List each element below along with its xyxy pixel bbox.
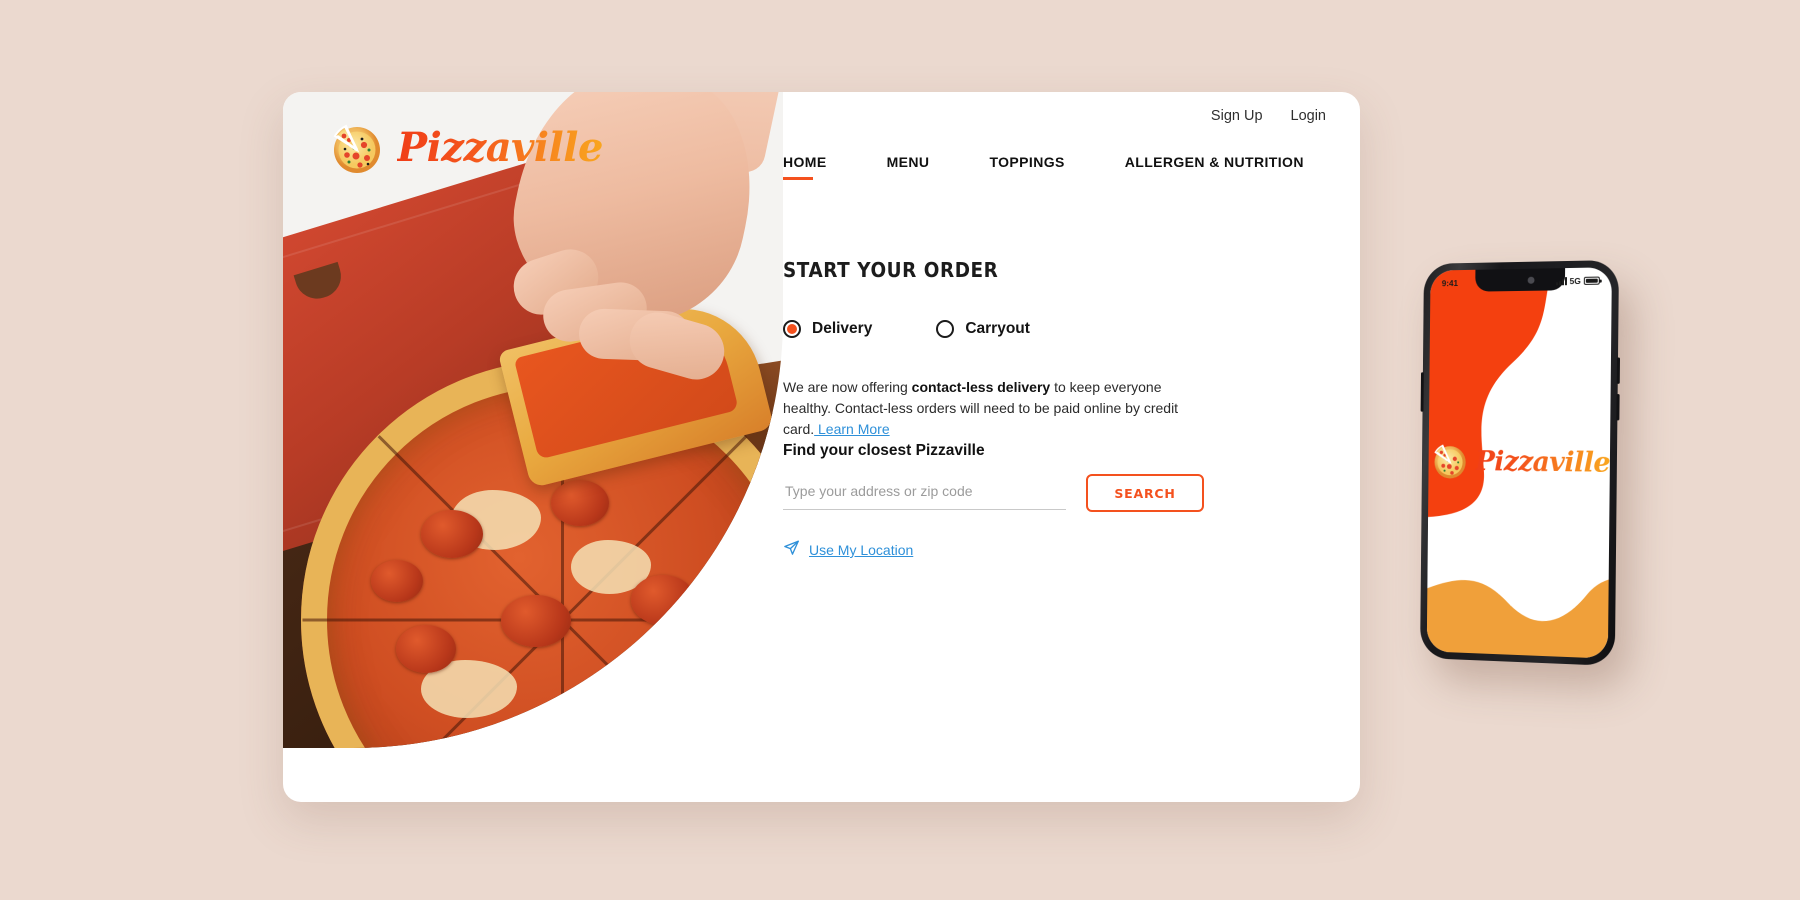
volume-up-button[interactable]: [1616, 357, 1621, 384]
desktop-browser-card: Pizzaville Sign Up Login HOME MENU TOPPI…: [283, 92, 1360, 802]
address-input[interactable]: [783, 476, 1066, 510]
sign-up-link[interactable]: Sign Up: [1211, 108, 1263, 124]
learn-more-link[interactable]: Learn More: [814, 421, 890, 437]
radio-carryout-indicator[interactable]: [936, 320, 955, 338]
phone-frame: 9:41 5G Pizzaville: [1420, 259, 1621, 667]
brand-logo[interactable]: Pizzaville: [325, 114, 603, 181]
phone-status-bar: 9:41 5G: [1430, 271, 1612, 292]
page-title: START YOUR ORDER: [783, 258, 999, 282]
pizza-cut: [561, 619, 747, 802]
pizza-cut: [563, 619, 784, 622]
cheese-patch: [511, 760, 589, 802]
nav-item-allergen-nutrition[interactable]: ALLERGEN & NUTRITION: [1125, 154, 1304, 180]
radio-carryout-label: Carryout: [965, 320, 1030, 337]
pepperoni: [586, 705, 652, 755]
main-navigation: HOME MENU TOPPINGS ALLERGEN & NUTRITION: [783, 154, 1304, 180]
thumb: [623, 306, 731, 386]
pizza-slice-icon: [325, 114, 387, 181]
store-search-row: SEARCH: [783, 474, 1204, 512]
pepperoni: [461, 730, 523, 778]
radio-delivery-indicator[interactable]: [783, 320, 801, 338]
find-store-heading: Find your closest Pizzaville: [783, 442, 985, 459]
phone-brand-wordmark: Pizzaville: [1475, 446, 1611, 479]
signal-bars-icon: [1556, 277, 1567, 286]
nav-item-home[interactable]: HOME: [783, 154, 827, 180]
pizza-slice-icon: [1428, 437, 1470, 486]
pizza-cut: [561, 620, 564, 802]
battery-icon: [1583, 276, 1600, 285]
notice-line1-before: We are now offering: [783, 379, 912, 395]
pepperoni: [541, 790, 597, 802]
hero-photo: [283, 92, 783, 802]
pepperoni: [371, 560, 423, 602]
phone-screen: 9:41 5G Pizzaville: [1426, 267, 1612, 659]
search-button[interactable]: SEARCH: [1086, 474, 1204, 512]
nav-item-toppings[interactable]: TOPPINGS: [989, 154, 1064, 180]
status-indicators: 5G: [1556, 275, 1600, 287]
radio-delivery-label: Delivery: [812, 320, 873, 337]
power-button[interactable]: [1420, 372, 1424, 412]
content-column: Sign Up Login HOME MENU TOPPINGS ALLERGE…: [783, 92, 1360, 802]
pepperoni: [631, 575, 695, 625]
order-mode-radio-group: Delivery Carryout: [783, 320, 1030, 338]
navigation-arrow-icon: [783, 539, 800, 561]
use-my-location-label: Use My Location: [809, 542, 914, 558]
pepperoni: [551, 480, 609, 526]
phone-brand-logo: Pizzaville: [1428, 437, 1610, 488]
phone-mockup: 9:41 5G Pizzaville: [1420, 259, 1621, 667]
cheese-patch: [601, 680, 687, 736]
contactless-notice: We are now offering contact-less deliver…: [783, 377, 1213, 440]
radio-option-carryout[interactable]: Carryout: [936, 320, 1030, 338]
splash-blob-bottom: [1427, 563, 1609, 659]
volume-down-button[interactable]: [1616, 394, 1620, 421]
radio-option-delivery[interactable]: Delivery: [783, 320, 872, 338]
pepperoni: [501, 595, 571, 647]
pepperoni: [421, 510, 483, 558]
pepperoni: [396, 625, 456, 673]
login-link[interactable]: Login: [1291, 108, 1326, 124]
account-bar: Sign Up Login: [1211, 108, 1326, 124]
notice-emphasis: contact-less delivery: [911, 379, 1051, 395]
status-time: 9:41: [1441, 278, 1459, 289]
nav-item-menu[interactable]: MENU: [887, 154, 930, 180]
hero-photo-panel: Pizzaville: [283, 92, 783, 802]
splash-blob-top: [1427, 267, 1582, 528]
brand-wordmark: Pizzaville: [397, 124, 603, 171]
use-my-location-link[interactable]: Use My Location: [783, 539, 913, 561]
network-label: 5G: [1569, 275, 1581, 287]
